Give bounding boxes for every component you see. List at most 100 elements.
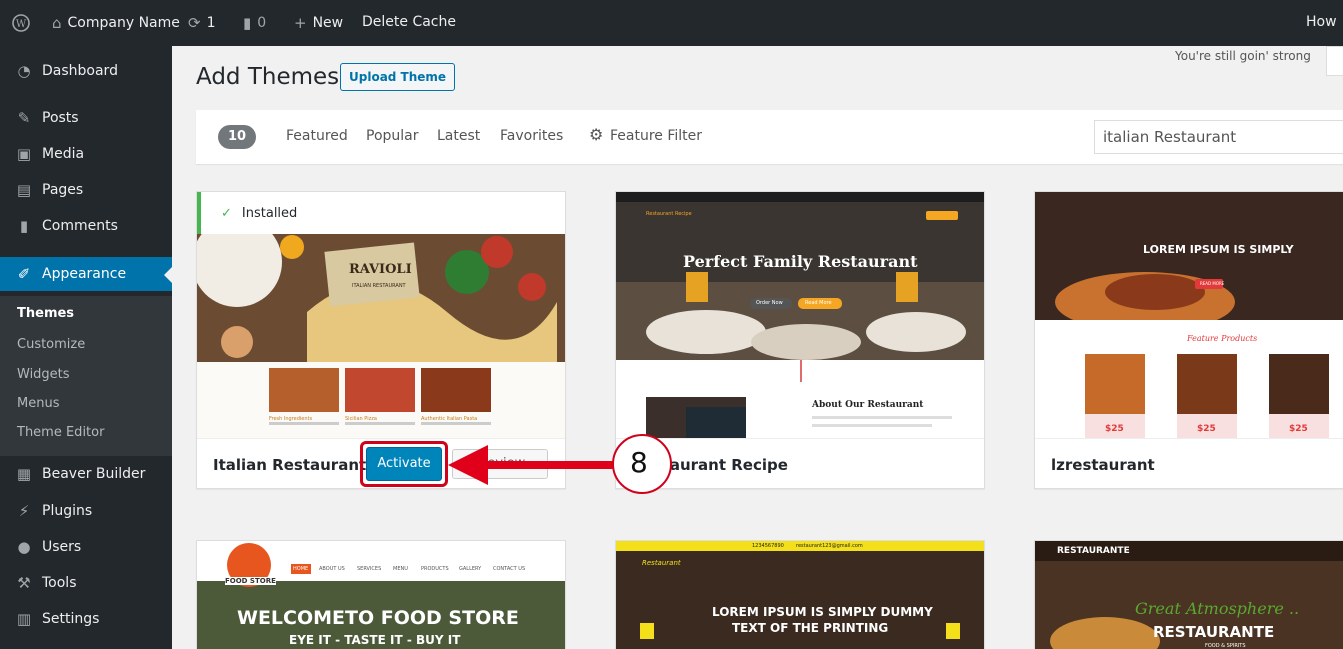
sidebar-item-pages[interactable]: ▤ Pages [0,173,172,207]
filter-featured[interactable]: Featured [286,128,348,144]
shot-hero: Perfect Family Restaurant [683,252,918,271]
shot-hero: WELCOMETO FOOD STORE [237,607,519,629]
updates-count: 1 [206,15,216,31]
plug-icon: ⚡ [18,502,30,520]
shot-nav: HOME [293,566,309,572]
submenu-item-customize[interactable]: Customize [17,337,85,352]
theme-screenshot: LOREM IPSUM IS SIMPLY READ MORE Feature … [1035,192,1343,438]
shot-phone: 1234567890 [752,543,784,549]
theme-filter-bar: 10 Featured Popular Latest Favorites ⚙ F… [196,110,1343,164]
step-number: 8 [630,446,648,479]
comment-icon: ▮ [243,14,252,32]
pages-icon: ▤ [16,181,32,199]
site-name: Company Name [67,15,180,31]
theme-card-footer: lzrestaurant [1035,438,1343,488]
comments-link[interactable]: ▮ 0 [243,14,266,32]
shot-btn: Read More [805,300,832,306]
comments-count: 0 [257,15,267,31]
shot-brand: RESTAURANTE [1057,546,1130,556]
dashboard-icon: ◔ [17,62,31,80]
user-icon: ● [17,538,31,556]
theme-screenshot: FOOD STORE HOME ABOUT US SERVICES MENU P… [197,541,565,649]
sidebar-item-dashboard[interactable]: ◔ Dashboard [0,54,172,88]
new-content-link[interactable]: + New [294,14,343,32]
appearance-submenu: Themes Customize Widgets Menus Theme Edi… [0,296,172,456]
theme-card-restaurante[interactable]: RESTAURANTE Great Atmosphere .. RESTAURA… [1034,540,1343,649]
submenu-item-widgets[interactable]: Widgets [17,367,70,382]
upload-theme-button[interactable]: Upload Theme [340,63,456,91]
screen-options-box[interactable] [1326,46,1343,76]
shot-btn: Order Now [756,300,783,306]
annotation-arrow-shaft [486,461,616,469]
theme-card-lzrestaurant[interactable]: LOREM IPSUM IS SIMPLY READ MORE Feature … [1034,191,1343,489]
sidebar-item-posts[interactable]: ✎ Posts [0,101,172,135]
shot-brand: Restaurant Recipe [646,211,692,217]
shot-email: restaurant123@gmail.com [796,543,863,549]
wordpress-logo-icon[interactable]: W [12,14,30,32]
sidebar-label: Users [42,539,82,555]
activate-button[interactable]: Activate [366,447,442,481]
filter-feature-filter[interactable]: Feature Filter [610,128,702,144]
sidebar-item-tools[interactable]: ⚒ Tools [0,566,172,600]
filter-popular[interactable]: Popular [366,128,419,144]
sidebar-label: Plugins [42,503,93,519]
shot-hero: LOREM IPSUM IS SIMPLY [1143,243,1294,256]
howdy-menu[interactable]: How [1306,14,1337,30]
sidebar-item-settings[interactable]: ▥ Settings [0,602,172,636]
shot-logo: FOOD STORE [225,577,276,585]
sidebar-item-comments[interactable]: ▮ Comments [0,209,172,243]
sidebar-label: Appearance [42,266,127,282]
shot-hero-sub: TEXT OF THE PRINTING [732,621,889,635]
theme-card-restaurant[interactable]: 1234567890 restaurant123@gmail.com Resta… [615,540,985,649]
theme-screenshot: Restaurant Recipe Perfect Family Restaur… [616,192,984,438]
wrench-icon: ⚒ [17,574,31,592]
site-name-link[interactable]: ⌂ Company Name [52,14,180,32]
updates-icon: ⟳ [188,14,201,32]
theme-search-input[interactable] [1094,120,1343,154]
sidebar-label: Beaver Builder [42,466,146,482]
shot-nav: PRODUCTS [421,566,449,572]
delete-cache-link[interactable]: Delete Cache [362,14,456,30]
shot-hero-sub: FOOD & SPIRITS [1205,643,1246,649]
filter-latest[interactable]: Latest [437,128,480,144]
sidebar-item-appearance[interactable]: ✐ Appearance [0,257,172,291]
submenu-item-menus[interactable]: Menus [17,396,59,411]
submenu-item-theme-editor[interactable]: Theme Editor [17,425,104,440]
theme-name: lzrestaurant [1051,456,1155,474]
shot-brand: Restaurant [642,559,681,567]
shot-price: $25 [1289,424,1308,434]
sidebar-item-beaver-builder[interactable]: ▦ Beaver Builder [0,457,172,491]
pin-icon: ✎ [17,109,31,127]
shot-btn: READ MORE [1200,281,1225,286]
shot-hero: RAVIOLI [349,262,412,277]
shot-hero-sub: EYE IT - TASTE IT - BUY IT [289,633,461,647]
shot-price: $25 [1105,424,1124,434]
gear-icon[interactable]: ⚙ [589,125,603,144]
sidebar-item-users[interactable]: ● Users [0,530,172,564]
sidebar-label: Dashboard [42,63,118,79]
new-label: New [312,15,344,31]
builder-icon: ▦ [16,465,32,483]
svg-text:W: W [16,19,27,30]
admin-bar: W ⌂ Company Name ⟳ 1 ▮ 0 + New Delete Ca… [0,0,1343,46]
shot-about: About Our Restaurant [812,400,924,410]
sidebar-label: Settings [42,611,100,627]
sidebar-item-plugins[interactable]: ⚡ Plugins [0,494,172,528]
theme-card-food-store[interactable]: FOOD STORE HOME ABOUT US SERVICES MENU P… [196,540,566,649]
comment-icon: ▮ [19,217,29,235]
sidebar-label: Pages [42,182,84,198]
shot-caption: Authentic Italian Pasta [421,416,478,422]
theme-card-restaurant-recipe[interactable]: Restaurant Recipe Perfect Family Restaur… [615,191,985,489]
sidebar-item-media[interactable]: ▣ Media [0,137,172,171]
sidebar-label: Comments [42,218,118,234]
submenu-item-themes[interactable]: Themes [17,306,74,321]
annotation-arrow-head-icon [448,445,488,485]
updates-link[interactable]: ⟳ 1 [188,14,216,32]
shot-nav: SERVICES [357,566,382,572]
installed-label: Installed [241,205,298,221]
sidebar-label: Posts [42,110,79,126]
filter-favorites[interactable]: Favorites [500,128,563,144]
shot-nav: ABOUT US [319,566,345,572]
theme-screenshot: 1234567890 restaurant123@gmail.com Resta… [616,541,984,649]
shot-nav: GALLERY [459,566,482,572]
